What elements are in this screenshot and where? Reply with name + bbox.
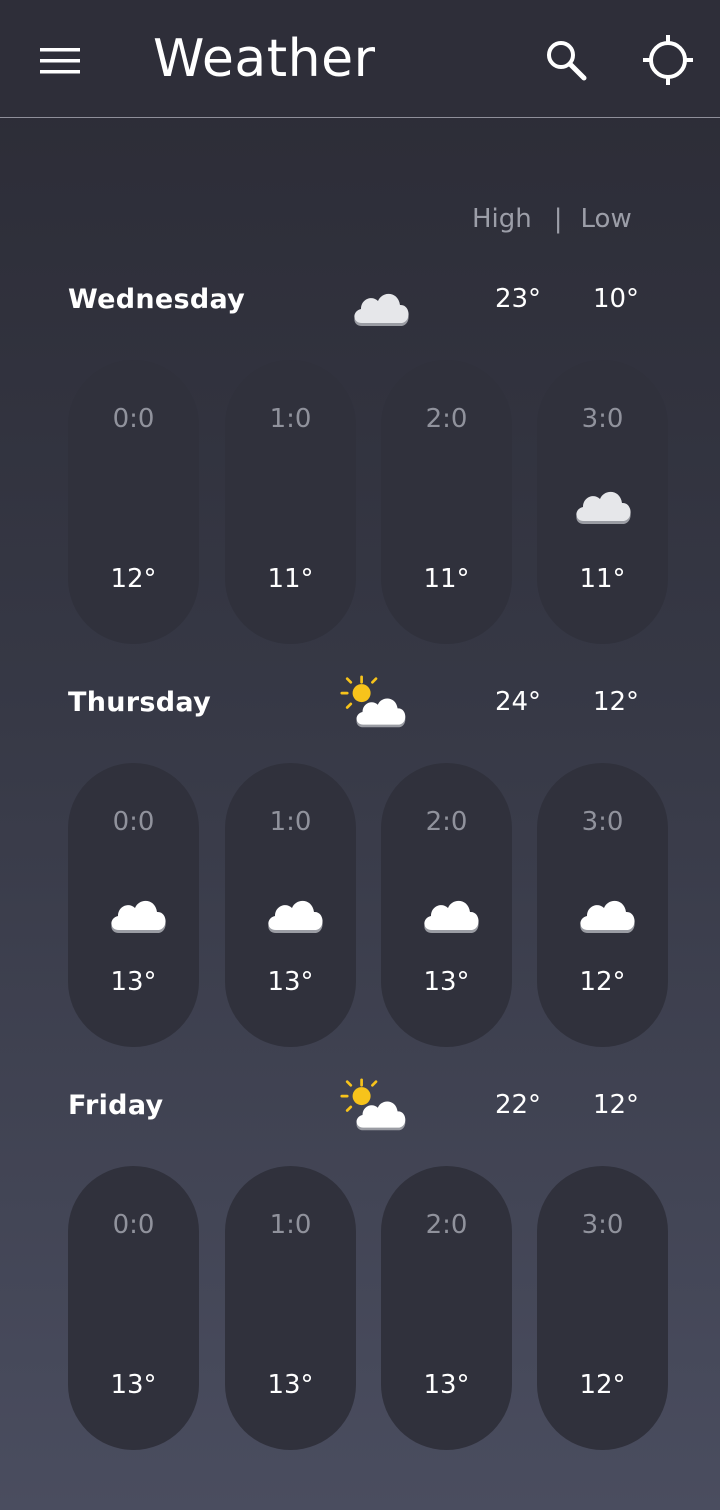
hour-card[interactable]: 0:0 13°	[68, 1166, 199, 1450]
hour-card[interactable]: 3:0 12°	[537, 763, 668, 1047]
cloud-icon	[562, 468, 642, 540]
high-low-legend: High | Low	[472, 204, 632, 234]
day-low-temp: 10°	[592, 284, 640, 314]
hour-temp: 11°	[579, 564, 626, 594]
hour-temp: 12°	[579, 967, 626, 997]
moon-icon	[93, 1274, 173, 1346]
menu-button[interactable]	[30, 36, 90, 86]
hour-time: 3:0	[581, 1210, 624, 1240]
day-low-temp: 12°	[592, 1090, 640, 1120]
hour-card[interactable]: 2:0 13°	[381, 763, 512, 1047]
moon-icon	[406, 468, 486, 540]
partly-sunny-icon	[340, 1076, 412, 1136]
hour-time: 1:0	[269, 404, 312, 434]
day-name: Wednesday	[68, 284, 246, 315]
hour-temp: 13°	[267, 967, 314, 997]
hour-card[interactable]: 1:0 13°	[225, 763, 356, 1047]
hour-temp: 11°	[267, 564, 314, 594]
moon-cloud-icon	[93, 871, 173, 943]
day-row-friday[interactable]: Friday 22° 12°	[0, 1076, 720, 1136]
hamburger-menu-icon	[40, 48, 80, 74]
hour-temp: 13°	[110, 967, 157, 997]
legend-high: High	[472, 204, 532, 234]
hour-card[interactable]: 3:0 11°	[537, 360, 668, 644]
legend-low: Low	[580, 204, 632, 234]
hour-card[interactable]: 1:0 13°	[225, 1166, 356, 1450]
moon-icon	[562, 1274, 642, 1346]
day-high-temp: 22°	[494, 1090, 542, 1120]
hour-time: 0:0	[112, 1210, 155, 1240]
day-high-temp: 23°	[494, 284, 542, 314]
hour-time: 3:0	[581, 404, 624, 434]
day-high-temp: 24°	[494, 687, 542, 717]
moon-icon	[250, 468, 330, 540]
my-location-button[interactable]	[638, 30, 698, 90]
crosshair-location-icon	[643, 35, 693, 85]
cloud-icon	[340, 270, 412, 330]
hour-card[interactable]: 2:0 13°	[381, 1166, 512, 1450]
hour-time: 1:0	[269, 1210, 312, 1240]
partly-sunny-icon	[340, 673, 412, 733]
hourly-strip-wednesday: 0:0 12° 1:0 11° 2:0 11° 3:0 11°	[0, 360, 720, 646]
hourly-strip-friday: 0:0 13° 1:0 13° 2:0 13° 3:0 12°	[0, 1166, 720, 1452]
hour-time: 0:0	[112, 807, 155, 837]
hour-time: 3:0	[581, 807, 624, 837]
hour-temp: 13°	[110, 1370, 157, 1400]
legend-separator: |	[553, 204, 563, 234]
hour-time: 0:0	[112, 404, 155, 434]
day-name: Thursday	[68, 687, 211, 718]
day-row-wednesday[interactable]: Wednesday 23° 10°	[0, 270, 720, 330]
search-button[interactable]	[538, 32, 594, 88]
hour-temp: 12°	[110, 564, 157, 594]
moon-cloud-icon	[562, 871, 642, 943]
hour-temp: 13°	[423, 967, 470, 997]
day-row-thursday[interactable]: Thursday 24° 12°	[0, 673, 720, 733]
hour-card[interactable]: 0:0 13°	[68, 763, 199, 1047]
app-title: Weather	[153, 29, 376, 89]
hour-temp: 13°	[267, 1370, 314, 1400]
hour-time: 2:0	[425, 807, 468, 837]
hour-temp: 12°	[579, 1370, 626, 1400]
hour-card[interactable]: 1:0 11°	[225, 360, 356, 644]
moon-cloud-icon	[406, 871, 486, 943]
day-low-temp: 12°	[592, 687, 640, 717]
search-icon	[547, 41, 587, 81]
moon-cloud-icon	[250, 871, 330, 943]
app-bar: Weather	[0, 0, 720, 118]
hour-time: 1:0	[269, 807, 312, 837]
hour-card[interactable]: 0:0 12°	[68, 360, 199, 644]
day-name: Friday	[68, 1090, 164, 1121]
moon-icon	[406, 1274, 486, 1346]
hourly-strip-thursday: 0:0 13° 1:0 13° 2:0 13° 3:0 12°	[0, 763, 720, 1049]
hour-temp: 13°	[423, 1370, 470, 1400]
hour-temp: 11°	[423, 564, 470, 594]
hour-card[interactable]: 3:0 12°	[537, 1166, 668, 1450]
moon-icon	[93, 468, 173, 540]
hour-card[interactable]: 2:0 11°	[381, 360, 512, 644]
hour-time: 2:0	[425, 1210, 468, 1240]
moon-icon	[250, 1274, 330, 1346]
hour-time: 2:0	[425, 404, 468, 434]
